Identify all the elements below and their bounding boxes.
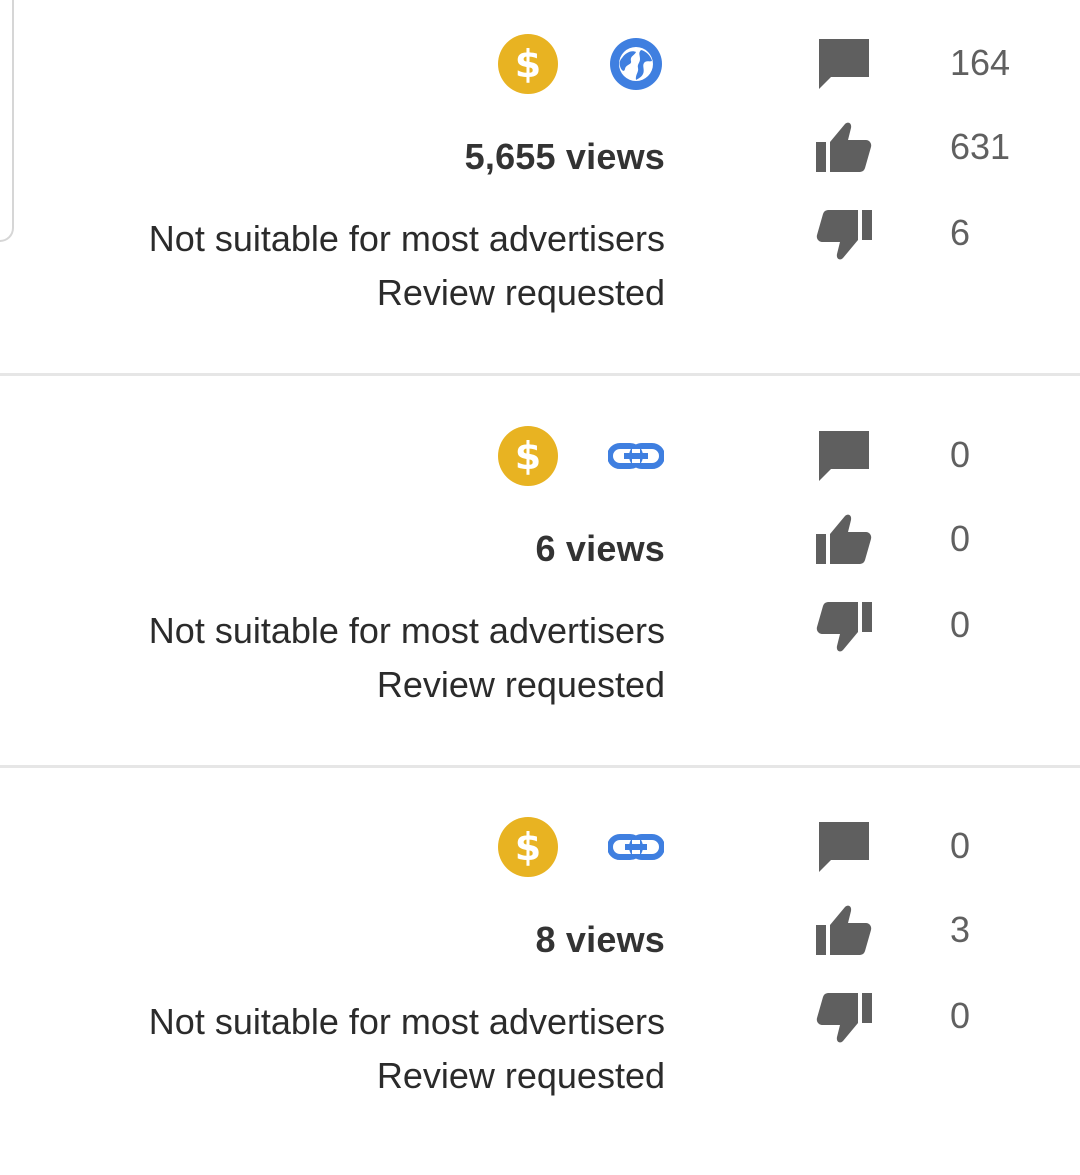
- dislike-count: 6: [950, 212, 971, 253]
- like-count: 631: [950, 126, 1011, 167]
- video-row[interactable]: $ 5,655 views Not suitable for most adve…: [0, 0, 1080, 392]
- comment-count: 164: [950, 42, 1011, 83]
- like-count: 0: [950, 518, 971, 559]
- review-status: Review requested: [376, 272, 665, 313]
- comment-count: 0: [950, 434, 971, 475]
- view-count: 5,655 views: [464, 136, 665, 177]
- view-count: 8 views: [535, 919, 665, 960]
- dollar-icon[interactable]: $: [498, 34, 558, 94]
- link-icon[interactable]: [608, 819, 664, 875]
- thumbs-up-icon: [816, 514, 872, 564]
- comment-icon: [819, 431, 869, 481]
- row-divider: [0, 373, 1080, 376]
- comment-icon: [819, 39, 869, 89]
- thumbs-up-icon: [816, 905, 872, 955]
- dollar-icon[interactable]: $: [498, 426, 558, 486]
- comment-count: 0: [950, 825, 971, 866]
- globe-icon[interactable]: [608, 36, 664, 92]
- thumbs-down-icon: [816, 602, 872, 652]
- dislike-count: 0: [950, 995, 971, 1036]
- row-divider: [0, 765, 1080, 768]
- like-count: 3: [950, 909, 971, 950]
- review-status: Review requested: [376, 664, 665, 705]
- video-row[interactable]: $ 8 views Not suitable for most advertis…: [0, 783, 1080, 1175]
- dislike-count: 0: [950, 604, 971, 645]
- thumbs-down-icon: [816, 210, 872, 260]
- ad-suitability-status[interactable]: Not suitable for most advertisers: [149, 610, 665, 652]
- dollar-icon[interactable]: $: [498, 817, 558, 877]
- comment-icon: [819, 822, 869, 872]
- ad-suitability-status[interactable]: Not suitable for most advertisers: [149, 218, 665, 260]
- review-status: Review requested: [376, 1055, 665, 1096]
- link-icon[interactable]: [608, 428, 664, 484]
- thumbs-down-icon: [816, 993, 872, 1043]
- video-row[interactable]: $ 6 views Not suitable for most advertis…: [0, 392, 1080, 784]
- view-count: 6 views: [535, 528, 665, 569]
- thumbs-up-icon: [816, 122, 872, 172]
- ad-suitability-status[interactable]: Not suitable for most advertisers: [149, 1001, 665, 1043]
